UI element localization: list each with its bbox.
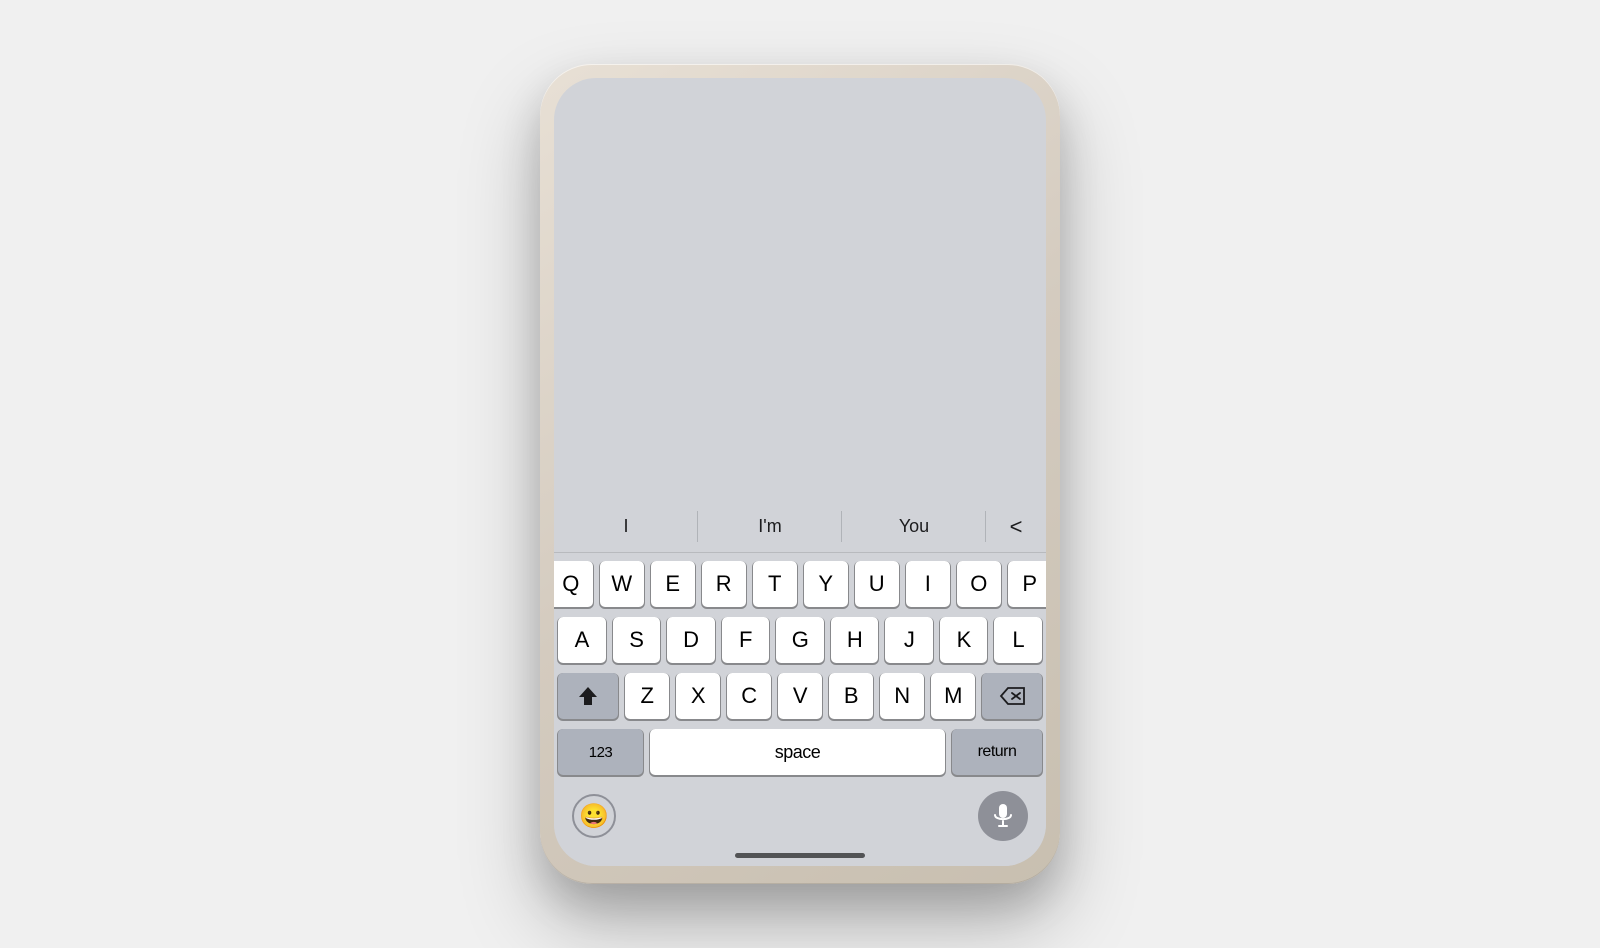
emoji-icon: 😀 — [579, 802, 609, 831]
key-l[interactable]: L — [994, 617, 1042, 663]
emoji-button[interactable]: 😀 — [572, 794, 616, 838]
home-bar — [735, 853, 865, 858]
key-i[interactable]: I — [906, 561, 950, 607]
keyboard-rows: Q W E R T Y U I O P A S D F G — [554, 553, 1046, 783]
chevron-left-icon: < — [1010, 514, 1023, 540]
predictive-back-button[interactable]: < — [986, 514, 1046, 540]
key-j[interactable]: J — [885, 617, 933, 663]
phone-wrapper: I I'm You < Q W E R — [540, 64, 1060, 884]
key-row-1: Q W E R T Y U I O P — [558, 561, 1042, 607]
key-m[interactable]: M — [931, 673, 975, 719]
home-indicator — [554, 853, 1046, 866]
predictive-item-i[interactable]: I — [554, 501, 698, 552]
key-v[interactable]: V — [778, 673, 822, 719]
key-a[interactable]: A — [558, 617, 606, 663]
bottom-bar: 😀 — [554, 783, 1046, 853]
key-n[interactable]: N — [880, 673, 924, 719]
key-s[interactable]: S — [613, 617, 661, 663]
delete-key[interactable] — [982, 673, 1042, 719]
shift-icon — [577, 685, 599, 707]
key-t[interactable]: T — [753, 561, 797, 607]
key-b[interactable]: B — [829, 673, 873, 719]
key-c[interactable]: C — [727, 673, 771, 719]
mic-button[interactable] — [978, 791, 1028, 841]
predictive-item-you[interactable]: You — [842, 501, 986, 552]
key-q[interactable]: Q — [554, 561, 593, 607]
key-row-3: Z X C V B N M — [558, 673, 1042, 719]
return-key[interactable]: return — [952, 729, 1042, 775]
key-x[interactable]: X — [676, 673, 720, 719]
key-row-2: A S D F G H J K L — [558, 617, 1042, 663]
key-d[interactable]: D — [667, 617, 715, 663]
key-row-4: 123 space return — [558, 729, 1042, 775]
key-z[interactable]: Z — [625, 673, 669, 719]
key-u[interactable]: U — [855, 561, 899, 607]
key-y[interactable]: Y — [804, 561, 848, 607]
delete-icon — [999, 686, 1025, 706]
numbers-key[interactable]: 123 — [558, 729, 643, 775]
mic-icon — [992, 803, 1014, 829]
space-key[interactable]: space — [650, 729, 945, 775]
phone-screen: I I'm You < Q W E R — [554, 78, 1046, 866]
key-r[interactable]: R — [702, 561, 746, 607]
predictive-bar: I I'm You < — [554, 501, 1046, 553]
shift-key[interactable] — [558, 673, 618, 719]
key-g[interactable]: G — [776, 617, 824, 663]
key-k[interactable]: K — [940, 617, 988, 663]
phone-bezel: I I'm You < Q W E R — [540, 64, 1060, 884]
key-p[interactable]: P — [1008, 561, 1047, 607]
key-h[interactable]: H — [831, 617, 879, 663]
key-o[interactable]: O — [957, 561, 1001, 607]
key-f[interactable]: F — [722, 617, 770, 663]
predictive-item-im[interactable]: I'm — [698, 501, 842, 552]
key-w[interactable]: W — [600, 561, 644, 607]
key-e[interactable]: E — [651, 561, 695, 607]
